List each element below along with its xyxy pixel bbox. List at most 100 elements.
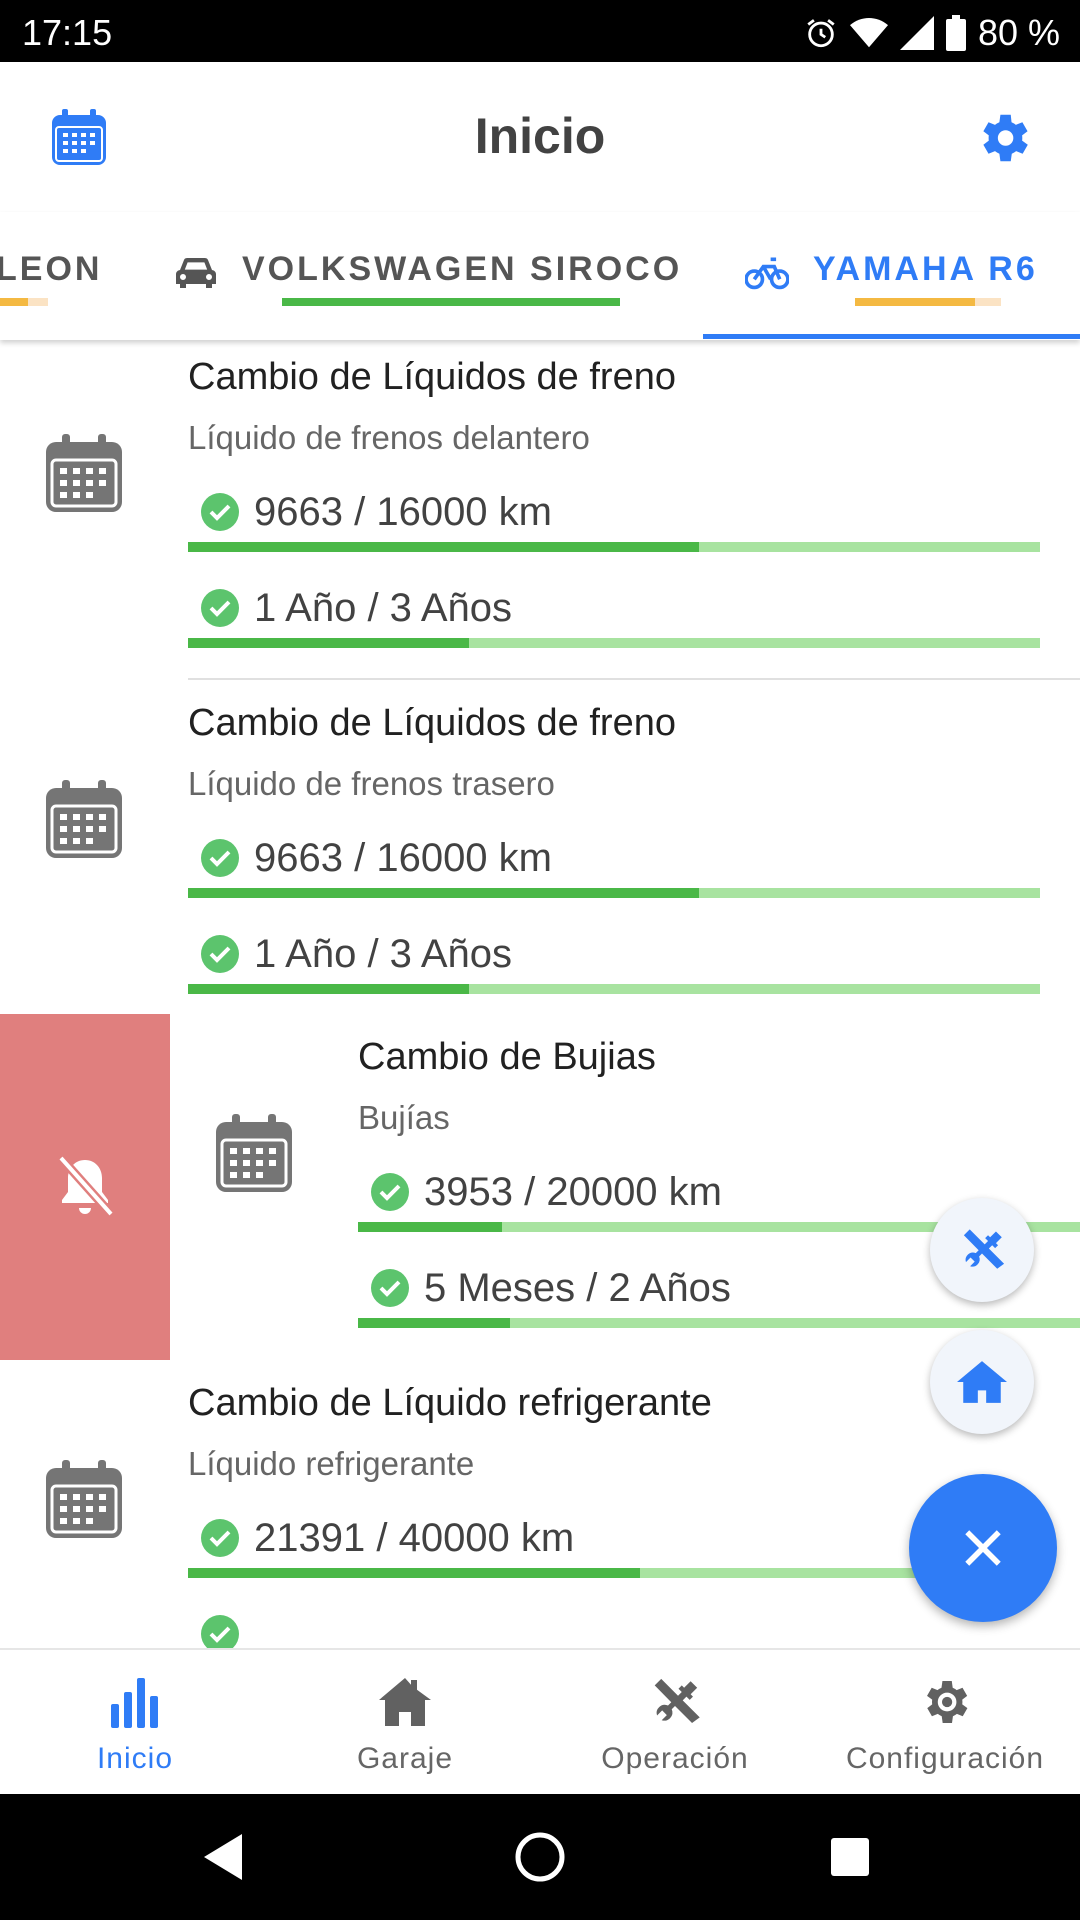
progress-fill [188, 888, 700, 898]
system-navigation [0, 1794, 1080, 1920]
tab-leon[interactable]: LEON [0, 212, 110, 340]
tab-progress-bar [855, 298, 975, 306]
wifi-icon [849, 17, 888, 48]
tab-yamaha-r6[interactable]: YAMAHA R6 [703, 212, 1080, 340]
status-icons: 80 % [804, 12, 1060, 54]
close-icon [965, 1530, 1001, 1566]
tab-label: YAMAHA R6 [813, 250, 1038, 288]
time-progress: 1 Año / 3 Años [188, 924, 1040, 1004]
progress-track [188, 888, 1040, 898]
vehicle-tabs: LEON VOLKSWAGEN SIROCO YAMAHA R6 [0, 212, 1080, 340]
bar-chart-icon [111, 1678, 158, 1728]
status-time: 17:15 [22, 12, 113, 53]
item-title: Cambio de Bujias [358, 1036, 656, 1078]
recents-icon[interactable] [815, 1822, 885, 1892]
item-subtitle: Líquido de frenos trasero [188, 765, 555, 802]
nav-garaje[interactable]: Garaje [270, 1650, 540, 1796]
item-title: Cambio de Líquidos de freno [188, 356, 676, 398]
bottom-navigation: Inicio Garaje Operación Configuración [0, 1648, 1080, 1794]
list-item[interactable]: Cambio de Líquidos de freno Líquido de f… [0, 340, 1080, 680]
nav-label: Inicio [96, 1742, 174, 1775]
back-icon[interactable] [190, 1822, 260, 1892]
progress-fill [358, 1318, 510, 1328]
app-bar: Inicio [0, 62, 1080, 212]
progress-track [188, 984, 1040, 994]
calendar-icon [46, 1460, 122, 1538]
progress-fill [188, 542, 700, 552]
bell-off-icon [57, 1155, 115, 1217]
list-item[interactable]: Cambio de Bujias Bujías 3953 / 20000 km … [170, 1014, 1080, 1360]
check-circle-icon [201, 1519, 239, 1557]
check-circle-icon [371, 1173, 409, 1211]
page-title: Inicio [474, 108, 606, 164]
signal-icon [899, 16, 934, 50]
settings-icon[interactable] [972, 107, 1034, 169]
maintenance-list: Cambio de Líquidos de freno Líquido de f… [0, 340, 1080, 1648]
progress-fill [188, 1568, 640, 1578]
time-progress-text: 1 Año / 3 Años [254, 586, 512, 630]
tab-progress-bar [0, 298, 28, 306]
alarm-icon [807, 19, 835, 48]
km-progress-text: 9663 / 16000 km [254, 490, 552, 534]
close-fab[interactable] [909, 1474, 1057, 1622]
tools-icon [654, 1678, 700, 1723]
km-progress-text: 3953 / 20000 km [424, 1170, 722, 1214]
tab-progress-track [28, 298, 48, 306]
home-icon [957, 1361, 1007, 1403]
garage-icon [379, 1678, 431, 1726]
progress-fill [188, 638, 470, 648]
progress-fill [188, 984, 470, 994]
nav-operacion[interactable]: Operación [540, 1650, 810, 1796]
item-subtitle: Bujías [358, 1099, 450, 1136]
check-circle-icon [371, 1269, 409, 1307]
list-item[interactable]: Cambio de Líquido refrigerante Líquido r… [0, 1360, 1080, 1648]
nav-label: Operación [601, 1742, 749, 1775]
operation-fab[interactable] [930, 1198, 1034, 1302]
item-title: Cambio de Líquido refrigerante [188, 1382, 712, 1424]
time-progress-text: 1 Año / 3 Años [254, 932, 512, 976]
bicycle-icon [745, 257, 789, 290]
list-item[interactable]: Cambio de Líquidos de freno Líquido de f… [0, 680, 1080, 1026]
progress-track [188, 638, 1040, 648]
item-title: Cambio de Líquidos de freno [188, 702, 676, 744]
car-icon [176, 258, 216, 288]
item-subtitle: Líquido refrigerante [188, 1445, 475, 1482]
tab-volkswagen-siroco[interactable]: VOLKSWAGEN SIROCO [160, 212, 680, 340]
tab-label: VOLKSWAGEN SIROCO [242, 250, 683, 288]
status-bar: 17:15 80 % [0, 0, 1080, 62]
calendar-icon [216, 1114, 292, 1192]
km-progress: 9663 / 16000 km [188, 828, 1040, 908]
calendar-icon [46, 780, 122, 858]
time-progress-partial [188, 1604, 1040, 1648]
gear-icon [927, 1681, 968, 1723]
home-button-icon[interactable] [505, 1822, 575, 1892]
tools-icon [963, 1229, 1005, 1269]
battery-icon [945, 15, 966, 51]
time-progress: 1 Año / 3 Años [188, 578, 1040, 658]
nav-label: Configuración [845, 1742, 1045, 1775]
check-circle-icon [201, 493, 239, 531]
progress-track [358, 1318, 1080, 1328]
battery-percent: 80 % [977, 12, 1060, 53]
tab-progress-track [975, 298, 1001, 306]
item-subtitle: Líquido de frenos delantero [188, 419, 590, 456]
tab-label: LEON [0, 250, 103, 288]
check-circle-icon [201, 589, 239, 627]
check-circle-icon [201, 935, 239, 973]
km-progress: 9663 / 16000 km [188, 482, 1040, 562]
progress-fill [358, 1222, 503, 1232]
calendar-icon [46, 434, 122, 512]
km-progress-text: 21391 / 40000 km [254, 1516, 575, 1560]
check-circle-icon [201, 1615, 239, 1648]
nav-inicio[interactable]: Inicio [0, 1650, 270, 1796]
swipe-mute-action[interactable] [0, 1014, 170, 1360]
check-circle-icon [201, 839, 239, 877]
tab-progress-bar [282, 298, 620, 306]
time-progress-text: 5 Meses / 2 Años [424, 1266, 731, 1310]
nav-label: Garaje [356, 1742, 454, 1775]
tab-selected-indicator [703, 334, 1080, 339]
km-progress-text: 9663 / 16000 km [254, 836, 552, 880]
garage-fab[interactable] [930, 1330, 1034, 1434]
nav-configuracion[interactable]: Configuración [810, 1650, 1080, 1796]
progress-track [188, 542, 1040, 552]
